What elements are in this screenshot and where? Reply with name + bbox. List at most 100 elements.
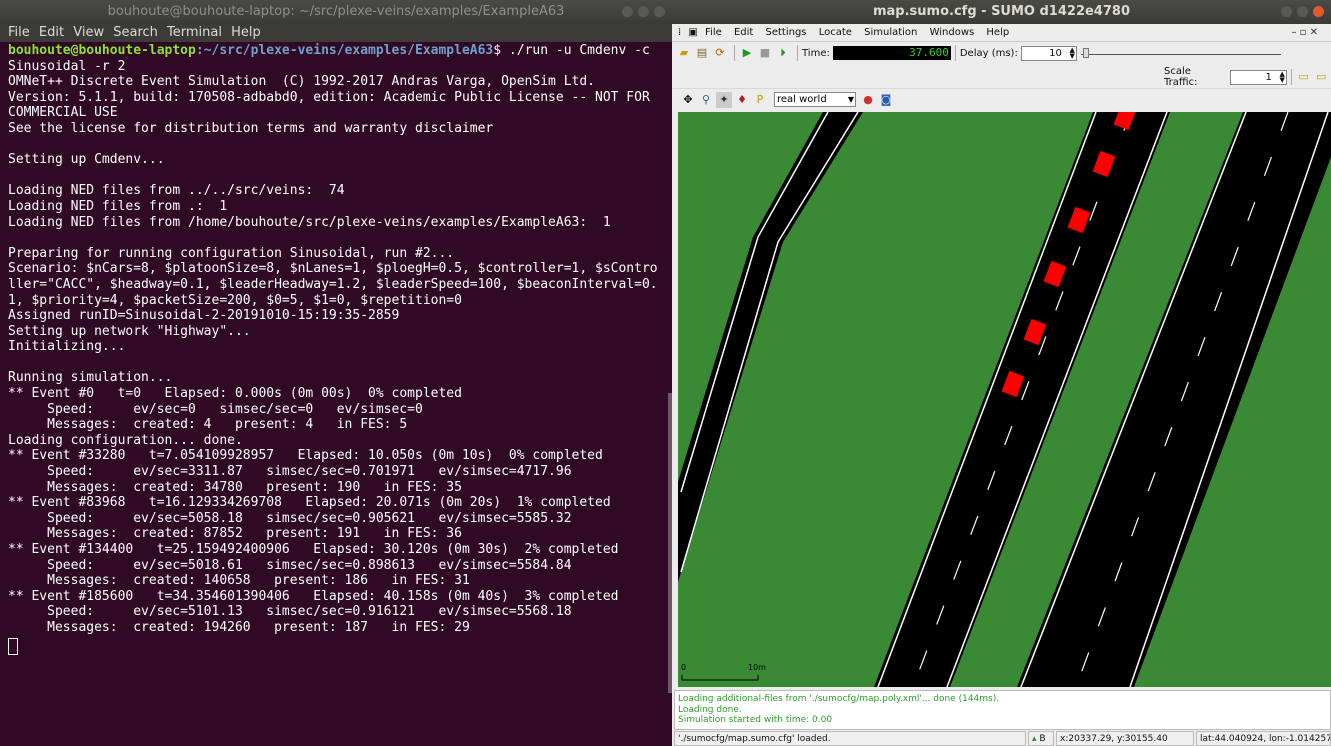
maximize-icon[interactable] [637,5,650,18]
close-icon[interactable] [653,5,666,18]
menu-search[interactable]: Search [113,25,158,40]
run-icon[interactable]: ▶ [739,45,755,61]
terminal-line: ** Event #83968 t=16.129334269708 Elapse… [8,495,611,511]
delay-slider[interactable] [1080,45,1281,61]
slider-track [1080,54,1281,55]
scale-bar-end: 10m [748,663,766,672]
sumo-menu-simulation[interactable]: Simulation [864,27,917,38]
delay-input[interactable]: 10 ▲ ▼ [1020,45,1077,61]
delay-value: 10 [1049,47,1062,59]
open-config-icon[interactable]: ▰ [676,45,692,61]
grip-icon: ⁞ [678,27,682,38]
open-network-icon[interactable]: ▤ [694,45,710,61]
time-label: Time: [802,47,830,59]
terminal-line: Loading NED files from .: 1 [8,198,228,214]
status-loaded: './sumocfg/map.sumo.cfg' loaded. [674,731,1026,746]
prompt-command: $ ./run -u Cmdenv -c [493,43,650,58]
locate-junction-icon[interactable]: ✦ [716,91,732,108]
mdi-controls[interactable]: – ▫ ✕ [1291,24,1318,42]
terminal-line: Speed: ev/sec=0 simsec/sec=0 ev/simsec=0 [8,401,423,417]
close-icon[interactable] [1312,5,1325,18]
menu-view[interactable]: View [73,25,104,40]
sumo-menu-edit[interactable]: Edit [734,27,753,38]
sumo-menu-file[interactable]: File [705,27,722,38]
color-scheme-value: real world [777,94,827,105]
slider-thumb[interactable] [1082,48,1089,58]
minimize-icon[interactable] [1280,5,1293,18]
toolbar-separator [797,45,798,61]
recenter-view-icon[interactable]: ✥ [680,92,696,108]
terminal-line: Initializing... [8,339,126,355]
status-latlon: lat:44.040924, lon:-1.014257 [1196,731,1331,746]
color-scheme-select[interactable]: real world ▼ [774,92,856,107]
message-line: Simulation started with time: 0.00 [678,715,833,725]
spin-arrows-icon[interactable]: ▲ ▼ [1069,46,1074,59]
menu-help[interactable]: Help [231,25,261,40]
terminal-cursor [8,637,18,655]
prompt-path: :~/src/plexe-veins/examples/ExampleA63 [195,43,494,58]
zoom-icon[interactable]: ⚲ [698,92,714,108]
terminal-line: Sinusoidal -r 2 [8,58,126,74]
view-toolbar: ✥ ⚲ ✦ ♦ P real world ▼ ● ◙ [672,88,1331,110]
sumo-window-controls [1280,5,1325,18]
terminal-line: Loading NED files from ../../src/veins: … [8,183,345,199]
maximize-icon[interactable] [1296,5,1309,18]
status-coords: x:20337.29, y:30155.40 [1056,731,1194,746]
terminal-line: Setting up Cmdenv... [8,152,165,168]
toolbar-separator [1290,69,1292,85]
terminal-line: ller="CACC", $headway=0.1, $leaderHeadwa… [8,276,658,292]
menu-file[interactable]: File [8,25,30,40]
scale-traffic-label: Scale Traffic: [1164,66,1198,88]
scale-traffic-group: Scale Traffic: 1 ▲ ▼ ▭ ▭ [1164,66,1331,88]
sumo-menubar: ⁞ ▣ File Edit Settings Locate Simulation… [672,24,1331,42]
toolbar-separator [954,45,956,61]
terminal-line: See the license for distribution terms a… [8,120,494,136]
scale-traffic-input[interactable]: 1 ▲ ▼ [1229,69,1287,85]
sumo-menu-help[interactable]: Help [986,27,1009,38]
screenshot-icon[interactable]: ◙ [878,92,894,108]
menu-edit[interactable]: Edit [39,25,64,40]
color-wheel-icon[interactable]: ● [860,92,876,108]
locate-vehicle-icon[interactable]: ♦ [734,92,750,108]
terminal-line: Messages: created: 87852 present: 191 in… [8,526,462,542]
chevron-down-icon: ▼ [847,95,854,104]
message-line: Loading additional-files from './sumocfg… [678,694,1000,704]
stop-icon[interactable]: ■ [757,45,773,61]
message-window[interactable]: Loading additional-files from './sumocfg… [674,690,1331,730]
simulation-toolbar: ▰ ▤ ⟳ ▶ ■ ⏵ Time: 37.600 Delay (ms): 10 ▲… [672,42,1331,64]
sumo-menu-locate[interactable]: Locate [819,27,852,38]
prompt-user: bouhoute@bouhoute-laptop [8,43,196,58]
car-icon: ▴ [1032,734,1037,744]
sumo-menu-settings[interactable]: Settings [766,27,807,38]
terminal-line: ** Event #33280 t=7.054109928957 Elapsed… [8,448,603,464]
sumo-titlebar[interactable]: map.sumo.cfg - SUMO d1422e4780 [672,0,1331,24]
terminal-output[interactable]: bouhoute@bouhoute-laptop:~/src/plexe-vei… [0,43,672,743]
sumo-window: map.sumo.cfg - SUMO d1422e4780 ⁞ ▣ File … [672,0,1331,746]
terminal-titlebar[interactable]: bouhoute@bouhoute-laptop: ~/src/plexe-ve… [0,0,672,24]
status-indicator-label: B [1039,734,1046,744]
window-cascade-icon[interactable]: ▭ [1313,69,1329,85]
tooltip-icon[interactable]: P [752,92,768,108]
reload-icon[interactable]: ⟳ [712,45,728,61]
terminal-line: Speed: ev/sec=3311.87 simsec/sec=0.70197… [8,464,572,480]
step-icon[interactable]: ⏵ [775,45,791,61]
terminal-line: Messages: created: 34780 present: 190 in… [8,479,462,495]
terminal-line: Scenario: $nCars=8, $platoonSize=8, $nLa… [8,261,658,277]
window-tile-icon[interactable]: ▭ [1296,69,1312,85]
terminal-window-controls [621,5,666,18]
app-icon: ▣ [688,27,698,38]
terminal-line: Assigned runID=Sinusoidal-2-20191010-15:… [8,308,400,324]
minimize-icon[interactable] [621,5,634,18]
terminal-line: Messages: created: 140658 present: 186 i… [8,573,470,589]
sumo-title: map.sumo.cfg - SUMO d1422e4780 [872,4,1130,19]
spin-arrows-icon[interactable]: ▲ ▼ [1279,70,1284,83]
terminal-line: Loading NED files from /home/bouhoute/sr… [8,214,611,230]
menu-terminal[interactable]: Terminal [167,25,222,40]
terminal-line: ** Event #134400 t=25.159492400906 Elaps… [8,542,619,557]
terminal-line: Preparing for running configuration Sinu… [8,245,455,261]
sumo-menu-windows[interactable]: Windows [930,27,975,38]
simulation-view[interactable]: 0 10m [678,112,1331,687]
